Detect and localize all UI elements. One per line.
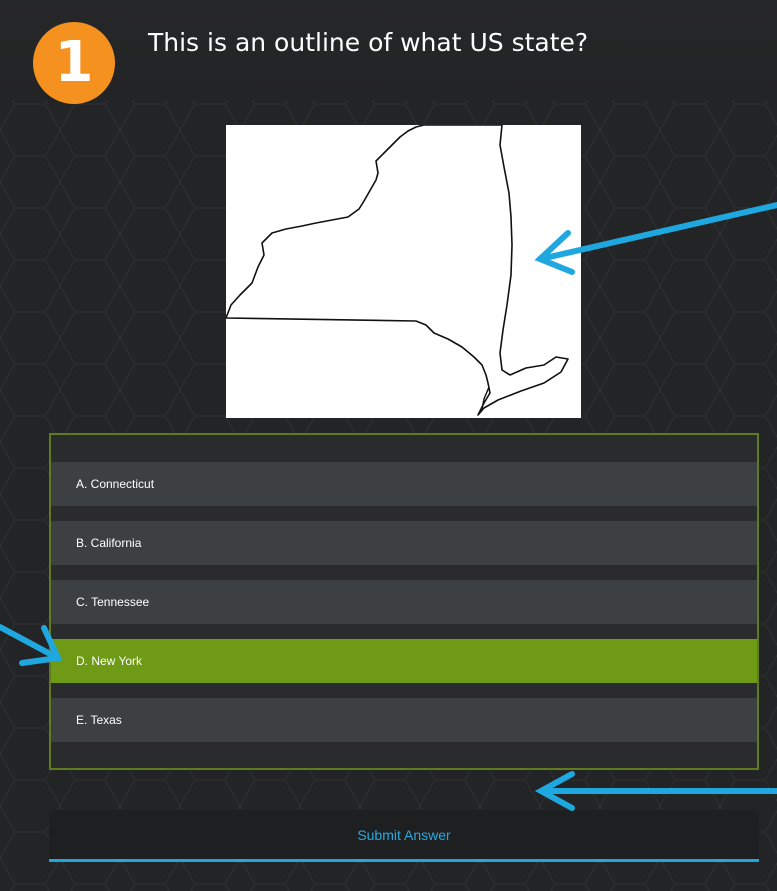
submit-answer-button[interactable]: Submit Answer [49,810,759,862]
answer-options-panel: A. Connecticut B. California C. Tennesse… [49,433,759,770]
answer-option-d-selected[interactable]: D. New York [51,639,757,683]
arrow-to-option-icon [0,624,57,659]
answer-option-a[interactable]: A. Connecticut [51,462,757,506]
arrow-to-submit-head-icon [534,771,575,811]
question-text: This is an outline of what US state? [148,28,589,57]
answer-option-c[interactable]: C. Tennessee [51,580,757,624]
answer-option-b[interactable]: B. California [51,521,757,565]
state-outline-image [225,124,581,418]
question-number-badge: 1 [33,22,115,104]
new-york-state-outline-icon [225,124,569,416]
answer-option-e[interactable]: E. Texas [51,698,757,742]
